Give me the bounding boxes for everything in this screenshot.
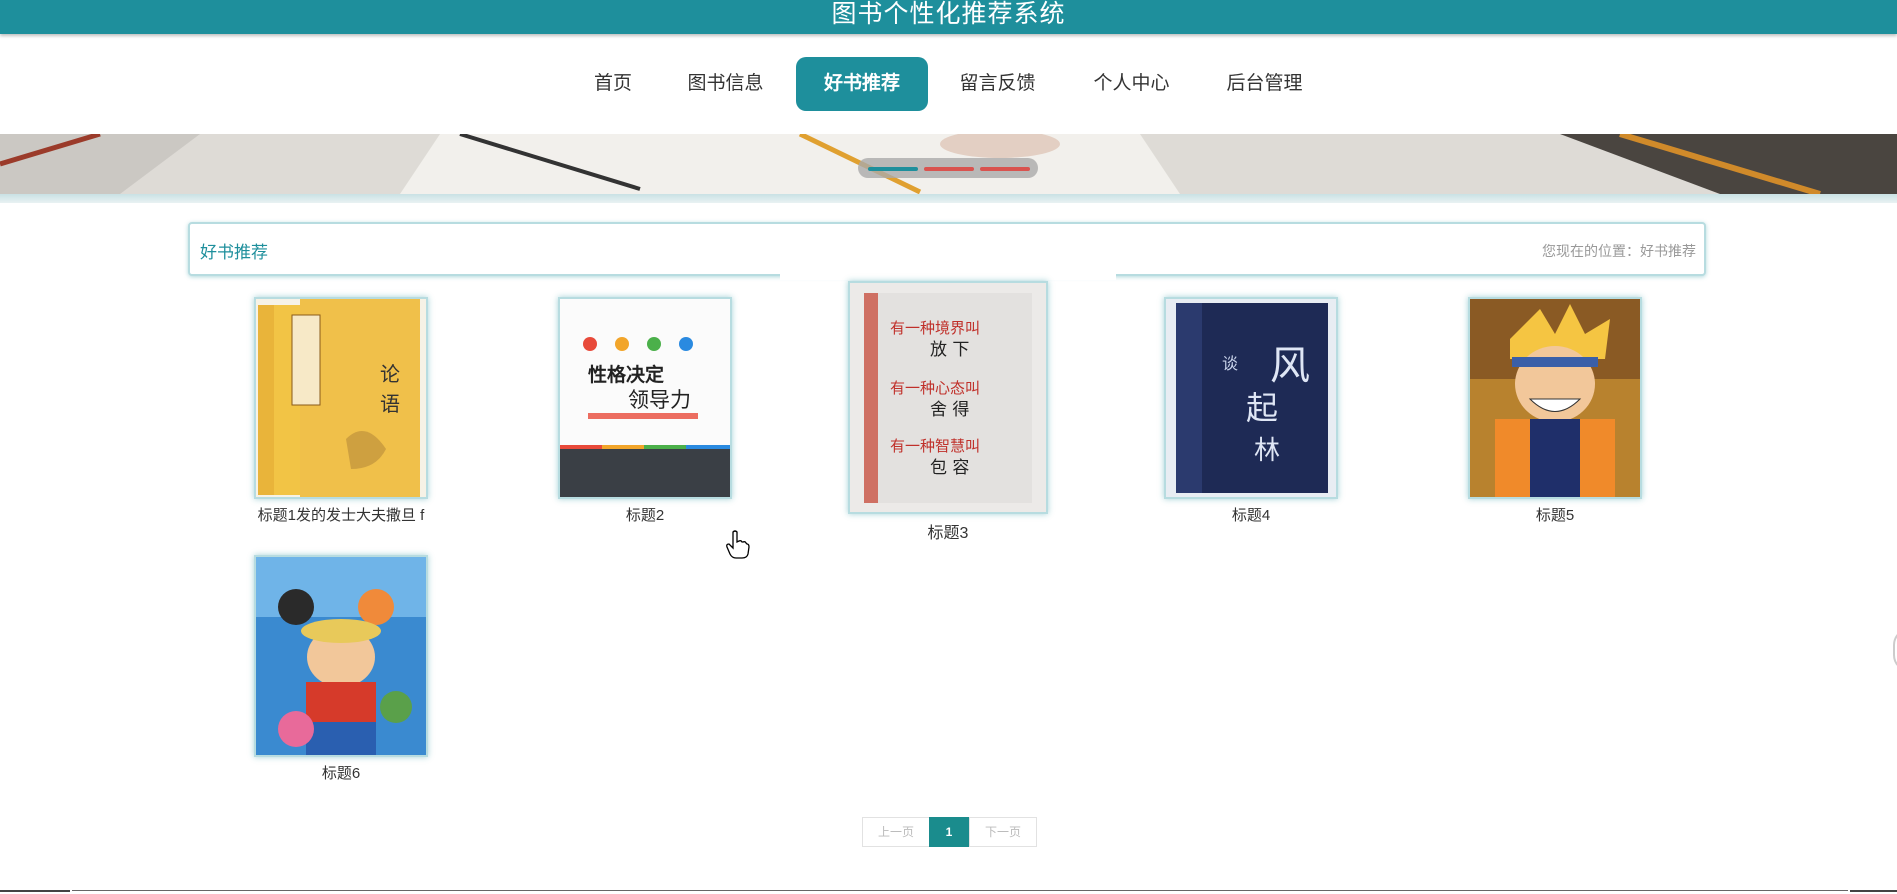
book-cover-analects[interactable]: 论 语 xyxy=(254,297,428,499)
svg-text:包 容: 包 容 xyxy=(930,458,969,478)
top-header-bar: 图书个性化推荐系统 xyxy=(0,0,1897,34)
section-header-panel: 好书推荐 您现在的位置：好书推荐 xyxy=(188,222,1706,276)
footer-divider-right xyxy=(1850,890,1897,892)
footer-divider xyxy=(72,890,1848,891)
book-card[interactable]: 标题6 xyxy=(236,555,446,783)
book-cover-calligraphy[interactable]: 有一种境界叫 放 下 有一种心态叫 舍 得 有一种智慧叫 包 容 xyxy=(848,281,1048,514)
banner-underline xyxy=(0,194,1897,203)
back-to-top-button[interactable] xyxy=(1893,628,1897,672)
svg-text:有一种心态叫: 有一种心态叫 xyxy=(890,379,980,397)
book-card[interactable]: 性格决定 领导力 标题2 xyxy=(540,297,750,525)
svg-text:性格决定: 性格决定 xyxy=(588,363,664,386)
hand-cursor-icon xyxy=(726,530,750,559)
book-cover-wind-forest[interactable]: 风 起 林 谈 xyxy=(1164,297,1338,499)
book-card[interactable]: 风 起 林 谈 标题4 xyxy=(1146,297,1356,525)
nav-item-book-info[interactable]: 图书信息 xyxy=(678,57,773,111)
book-card[interactable]: 有一种境界叫 放 下 有一种心态叫 舍 得 有一种智慧叫 包 容 标题3 xyxy=(838,281,1058,543)
svg-text:有一种智慧叫: 有一种智慧叫 xyxy=(890,437,980,455)
svg-text:谈: 谈 xyxy=(1222,354,1238,373)
book-title[interactable]: 标题5 xyxy=(1450,504,1660,525)
svg-text:风: 风 xyxy=(1270,343,1310,389)
book-title[interactable]: 标题1发的发士大夫撒旦 f xyxy=(236,504,446,525)
svg-text:有一种境界叫: 有一种境界叫 xyxy=(890,319,980,337)
svg-text:论: 论 xyxy=(380,362,400,386)
carousel-dot-1[interactable] xyxy=(868,167,918,171)
page-1-button[interactable]: 1 xyxy=(929,817,969,847)
svg-text:领导力: 领导力 xyxy=(628,388,691,412)
main-nav: 首页 图书信息 好书推荐 留言反馈 个人中心 后台管理 xyxy=(0,57,1897,111)
footer-divider-left xyxy=(0,890,70,892)
book-title[interactable]: 标题3 xyxy=(838,519,1058,543)
site-title: 图书个性化推荐系统 xyxy=(831,0,1066,28)
book-title[interactable]: 标题6 xyxy=(236,762,446,783)
carousel-indicators xyxy=(858,158,1038,178)
nav-item-personal-center[interactable]: 个人中心 xyxy=(1084,57,1179,111)
svg-text:林: 林 xyxy=(1254,436,1280,466)
breadcrumb: 您现在的位置：好书推荐 xyxy=(1542,243,1696,259)
svg-text:起: 起 xyxy=(1246,389,1278,427)
panel-gap xyxy=(780,270,1116,280)
prev-page-button[interactable]: 上一页 xyxy=(862,817,930,847)
book-cover-personality[interactable]: 性格决定 领导力 xyxy=(558,297,732,499)
book-cover-one-piece[interactable] xyxy=(254,555,428,757)
svg-text:语: 语 xyxy=(380,392,400,416)
book-card[interactable]: 标题5 xyxy=(1450,297,1660,525)
book-title[interactable]: 标题2 xyxy=(540,504,750,525)
next-page-button[interactable]: 下一页 xyxy=(969,817,1037,847)
carousel-dot-2[interactable] xyxy=(924,167,974,171)
nav-item-feedback[interactable]: 留言反馈 xyxy=(950,57,1045,111)
nav-item-admin[interactable]: 后台管理 xyxy=(1217,57,1312,111)
carousel-dot-3[interactable] xyxy=(980,167,1030,171)
book-card[interactable]: 论 语 标题1发的发士大夫撒旦 f xyxy=(236,297,446,525)
svg-text:舍 得: 舍 得 xyxy=(930,400,969,420)
nav-item-recommend[interactable]: 好书推荐 xyxy=(796,57,928,111)
book-cover-naruto[interactable] xyxy=(1468,297,1642,499)
nav-item-home[interactable]: 首页 xyxy=(578,57,648,111)
svg-text:放 下: 放 下 xyxy=(930,340,969,360)
book-title[interactable]: 标题4 xyxy=(1146,504,1356,525)
section-title: 好书推荐 xyxy=(200,243,268,262)
